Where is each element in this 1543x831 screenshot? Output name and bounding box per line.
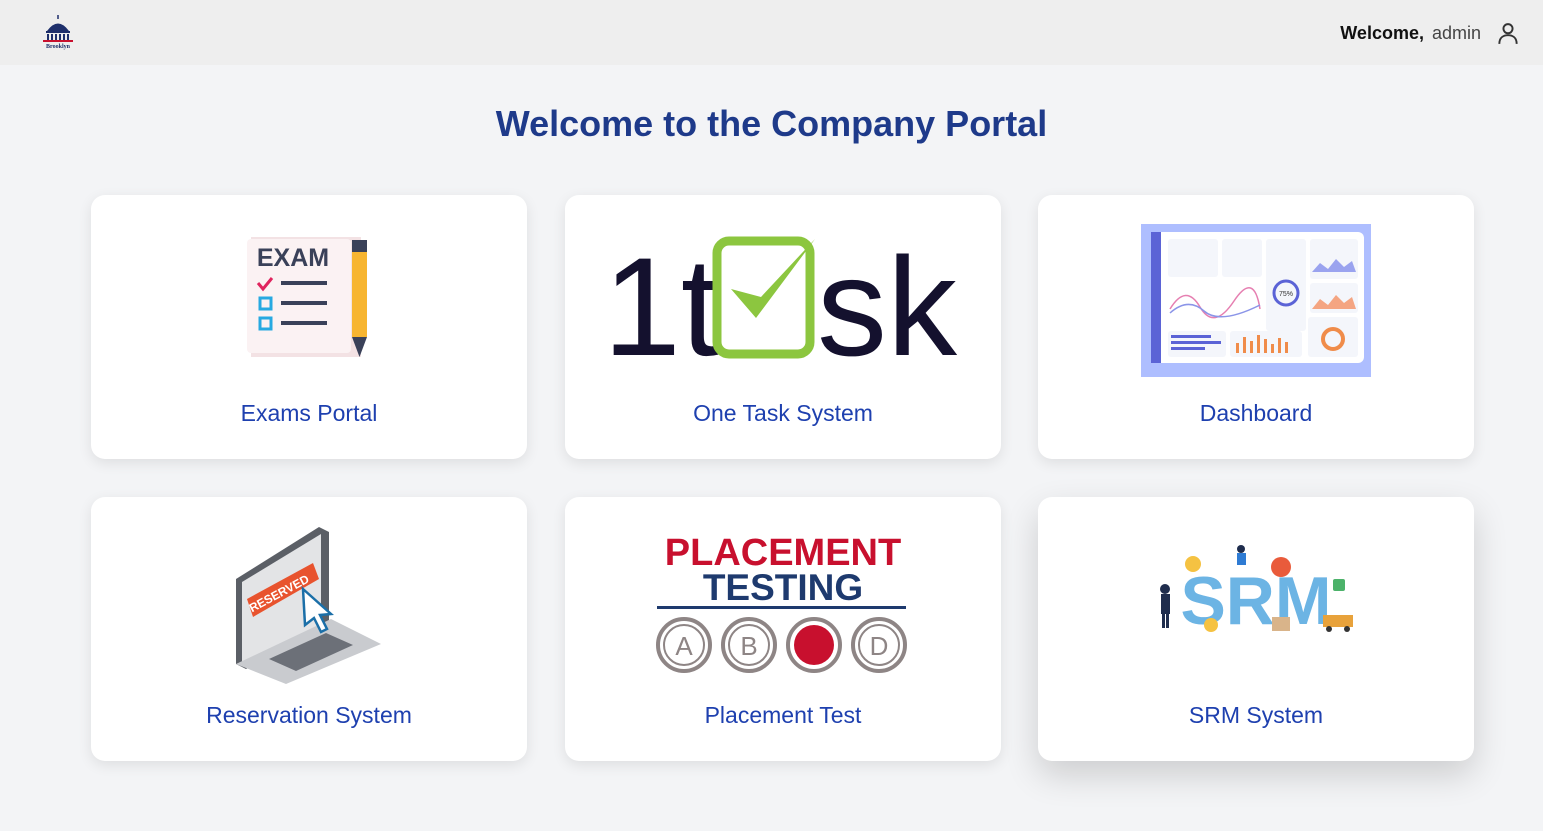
card-label: SRM System — [1188, 702, 1324, 728]
capitol-dome-icon[interactable]: Brooklyn — [38, 12, 78, 52]
card-placement-test[interactable]: PLACEMENT TESTING A B D Placement Test — [565, 497, 1001, 761]
welcome-label: Welcome, — [1340, 22, 1424, 43]
card-label: Exams Portal — [240, 400, 378, 426]
card-label: Placement Test — [704, 702, 862, 728]
task-art-text-b: sk — [817, 228, 958, 385]
dashboard-preview-image: 75% — [1141, 224, 1371, 377]
reserved-laptop-icon: RESERVED — [236, 527, 381, 684]
testing-art-text: TESTING — [703, 567, 863, 608]
placement-testing-logo: PLACEMENT TESTING A B D — [656, 532, 907, 673]
username: admin — [1431, 22, 1481, 43]
srm-illustration: SRM — [1160, 545, 1353, 639]
top-bar: Brooklyn Welcome, admin — [0, 0, 1543, 65]
card-one-task-system[interactable]: 1t sk One Task System — [565, 195, 1001, 459]
user-icon[interactable] — [1495, 20, 1521, 46]
user-greeting: Welcome, admin — [1340, 18, 1521, 48]
option-a-text: A — [675, 631, 693, 661]
one-task-logo: 1t sk — [603, 228, 958, 385]
option-d-text: D — [870, 631, 889, 661]
srm-art-text: SRM — [1180, 563, 1331, 639]
card-label: Dashboard — [1199, 400, 1313, 426]
card-reservation-system[interactable]: RESERVED Reservation System — [91, 497, 527, 761]
card-label: Reservation System — [206, 702, 412, 728]
exam-checklist-icon: EXAM — [247, 237, 367, 357]
logo-text: Brooklyn — [46, 44, 71, 50]
page-title: Welcome to the Company Portal — [495, 103, 1048, 144]
card-srm-system[interactable]: SRM SRM System — [1038, 497, 1474, 761]
card-label: One Task System — [693, 400, 873, 426]
card-exams-portal[interactable]: EXAM Exams Portal — [91, 195, 527, 459]
option-b-text: B — [740, 631, 757, 661]
task-art-text-a: 1t — [603, 228, 720, 385]
exam-art-text: EXAM — [257, 244, 329, 272]
card-dashboard[interactable]: 75% Dashboard — [1038, 195, 1474, 459]
dashboard-art-text: 75% — [1279, 291, 1293, 298]
